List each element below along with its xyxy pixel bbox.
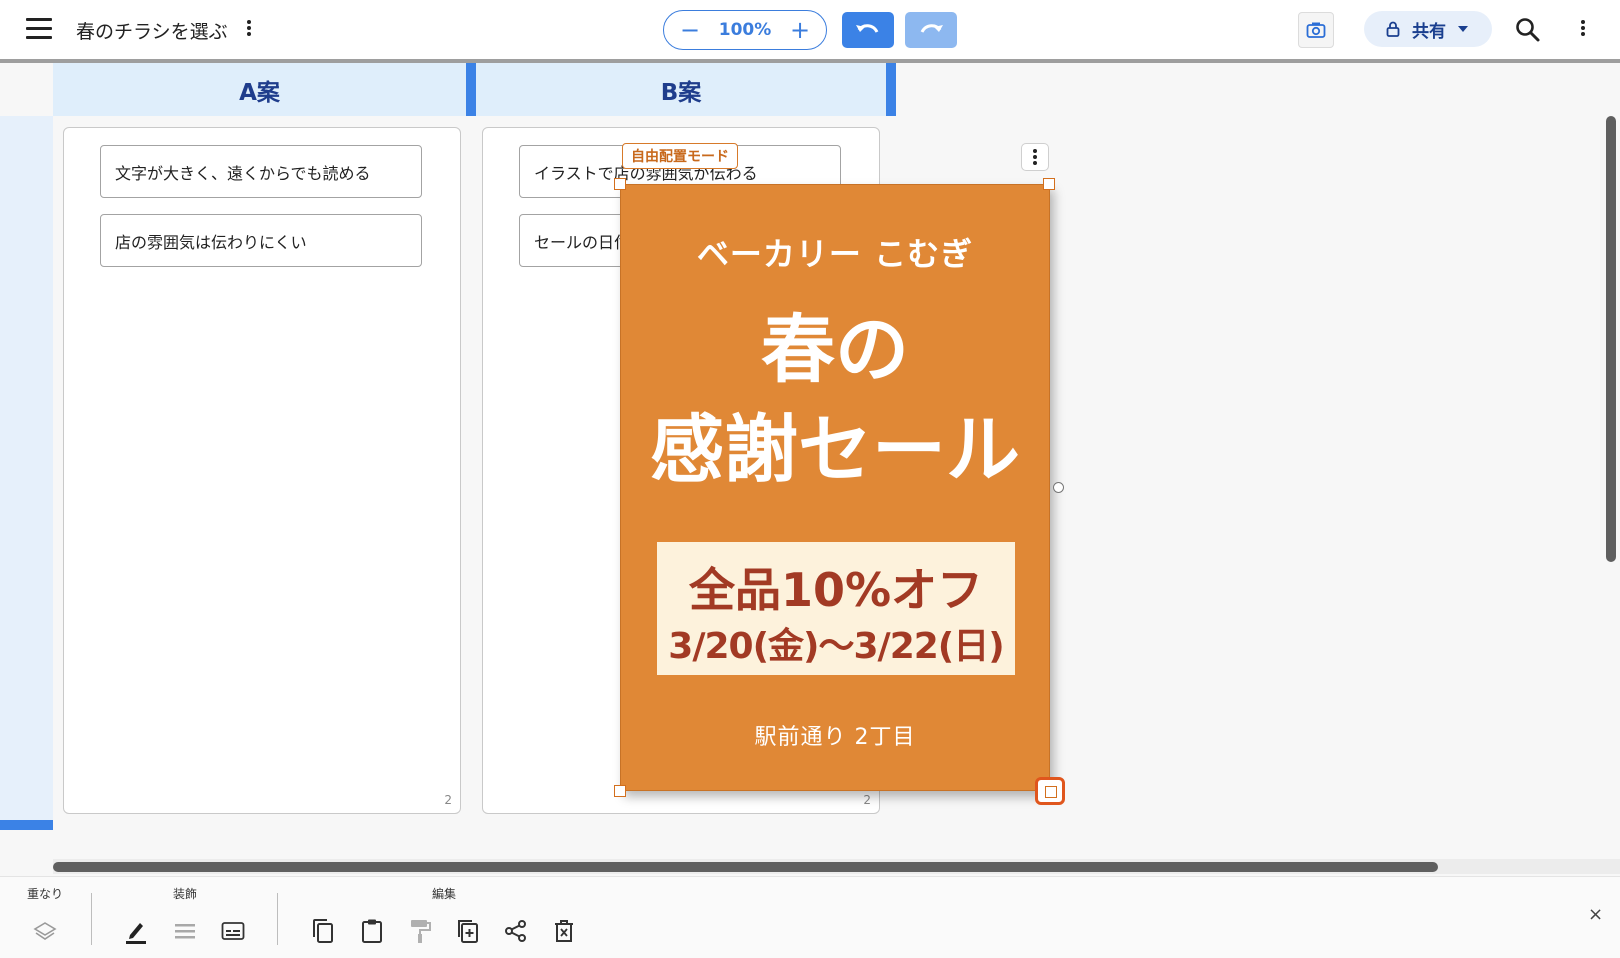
connect-button[interactable]	[500, 915, 532, 947]
poster-address: 駅前通り 2丁目	[754, 725, 916, 750]
left-lane-marker	[0, 820, 53, 830]
copy-icon	[313, 919, 333, 943]
share-nodes-icon	[505, 920, 526, 942]
pen-icon	[126, 923, 146, 944]
trash-icon	[555, 920, 573, 942]
zoom-in-button[interactable]: +	[790, 18, 810, 42]
poster-shop-name: ベーカリー こむぎ	[696, 235, 974, 273]
rotate-handle[interactable]	[1053, 482, 1064, 493]
zoom-control: − 100% +	[663, 10, 827, 50]
column-header-b[interactable]: B案	[476, 63, 886, 116]
layers-button[interactable]	[29, 915, 61, 947]
column-divider	[886, 63, 896, 116]
copy-button[interactable]	[307, 915, 339, 947]
line-weight-icon	[175, 924, 195, 939]
toolbar-divider	[277, 893, 278, 945]
undo-button[interactable]	[842, 12, 894, 48]
poster-offer-box: 全品10%オフ 3/20(金)〜3/22(日)	[657, 542, 1015, 675]
toolbar-divider	[91, 893, 92, 945]
redo-button[interactable]	[905, 12, 957, 48]
resize-handle-bottom-right[interactable]	[1035, 777, 1065, 805]
close-toolbar-icon[interactable]: ×	[1588, 904, 1603, 925]
line-style-button[interactable]	[169, 915, 201, 947]
poster-dates: 3/20(金)〜3/22(日)	[668, 626, 1004, 667]
poster-headline-1: 春の	[761, 307, 909, 393]
format-painter-button[interactable]	[404, 915, 436, 947]
delete-button[interactable]	[548, 915, 580, 947]
vertical-scrollbar[interactable]	[1606, 116, 1616, 562]
duplicate-button[interactable]	[452, 915, 484, 947]
redo-icon	[920, 24, 943, 33]
column-divider	[466, 63, 476, 116]
hamburger-menu-icon[interactable]	[26, 18, 52, 40]
caption-button[interactable]	[217, 915, 249, 947]
duplicate-icon	[458, 920, 478, 943]
card-count: 2	[444, 793, 452, 807]
share-label: 共有	[1412, 21, 1446, 42]
flyer-poster[interactable]: ベーカリー こむぎ 春の 感謝セール 全品10%オフ 3/20(金)〜3/22(…	[620, 184, 1050, 791]
zoom-out-button[interactable]: −	[680, 18, 700, 42]
camera-icon	[1306, 22, 1326, 38]
search-icon[interactable]	[1515, 17, 1541, 43]
screenshot-button[interactable]	[1298, 12, 1334, 48]
left-lane-band	[0, 116, 53, 830]
group-label-layer: 重なり	[27, 887, 64, 901]
paste-button[interactable]	[356, 915, 388, 947]
document-title[interactable]: 春のチラシを選ぶ	[76, 17, 228, 44]
card-count: 2	[863, 793, 871, 807]
column-a: 文字が大きく、遠くからでも読める 店の雰囲気は伝わりにくい 2	[63, 127, 461, 814]
chevron-down-icon	[1458, 26, 1468, 32]
free-placement-mode-tag: 自由配置モード	[622, 143, 738, 169]
share-button[interactable]: 共有	[1364, 11, 1492, 47]
lock-icon	[1386, 21, 1400, 37]
top-bar: 春のチラシを選ぶ − 100% + 共有	[0, 0, 1620, 59]
poster-headline-2: 感謝セール	[650, 407, 1020, 493]
group-label-decoration: 装飾	[173, 887, 198, 901]
zoom-level[interactable]: 100%	[719, 20, 772, 40]
resize-handle-top-left[interactable]	[614, 178, 626, 190]
card[interactable]: 店の雰囲気は伝わりにくい	[100, 214, 422, 267]
group-label-edit: 編集	[432, 887, 457, 901]
card[interactable]: 文字が大きく、遠くからでも読める	[100, 145, 422, 198]
layers-icon	[33, 922, 57, 940]
resize-handle-top-right[interactable]	[1043, 178, 1055, 190]
more-options-icon[interactable]	[1576, 18, 1590, 42]
pen-color-button[interactable]	[120, 915, 152, 947]
title-more-icon[interactable]	[242, 18, 256, 42]
more-options-icon	[1032, 147, 1038, 167]
bottom-toolbar: 重なり 装飾 編集 ×	[0, 876, 1620, 958]
resize-handle-bottom-left[interactable]	[614, 785, 626, 797]
paint-roller-icon	[411, 920, 431, 943]
column-header-a[interactable]: A案	[53, 63, 466, 116]
object-menu-button[interactable]	[1021, 143, 1049, 171]
horizontal-scrollbar[interactable]	[53, 862, 1438, 872]
undo-icon	[856, 24, 879, 33]
subtitles-icon	[221, 922, 245, 940]
clipboard-icon	[362, 919, 382, 943]
poster-offer: 全品10%オフ	[688, 563, 984, 617]
